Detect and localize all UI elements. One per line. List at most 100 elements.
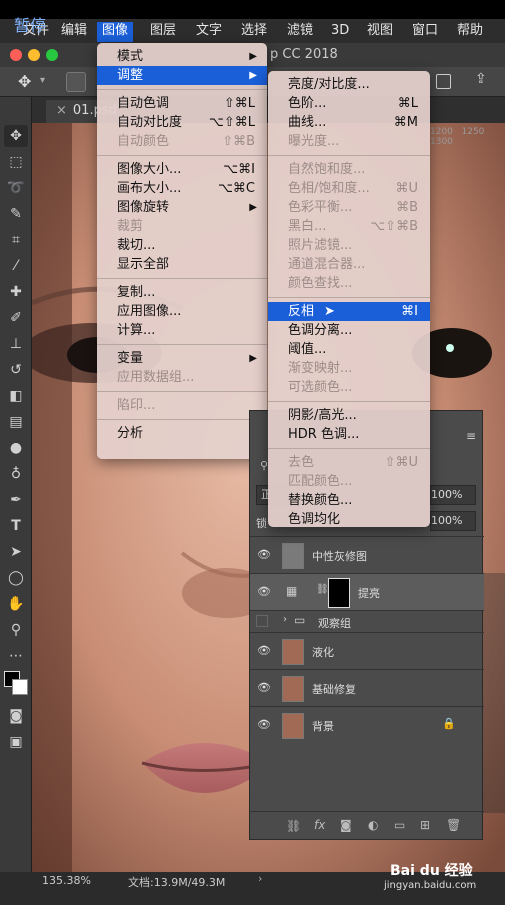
menu-help[interactable]: 帮助 bbox=[452, 22, 488, 42]
menu-item-auto-tone[interactable]: 自动色调 ⇧⌘L bbox=[97, 94, 267, 113]
menu-view[interactable]: 视图 bbox=[362, 22, 398, 42]
menu-item-mode[interactable]: 模式 ▶ bbox=[97, 47, 267, 66]
gradient-tool-icon[interactable]: ▤ bbox=[4, 411, 28, 433]
eraser-tool-icon[interactable]: ◧ bbox=[4, 385, 28, 407]
layer-row[interactable]: 👁 中性灰修图 bbox=[250, 536, 484, 573]
menu-item-auto-contrast[interactable]: 自动对比度 ⌥⇧⌘L bbox=[97, 113, 267, 132]
close-window-button[interactable] bbox=[10, 49, 22, 61]
dodge-tool-icon[interactable]: ♁ bbox=[4, 463, 28, 485]
crop-tool-icon[interactable]: ⌗ bbox=[4, 229, 28, 251]
chevron-down-icon[interactable]: ▾ bbox=[40, 75, 45, 86]
adjustment-layer-icon[interactable]: ◐ bbox=[368, 818, 378, 832]
chevron-right-icon[interactable]: › bbox=[258, 872, 262, 885]
menu-window[interactable]: 窗口 bbox=[407, 22, 443, 42]
hand-tool-icon[interactable]: ✋ bbox=[4, 593, 28, 615]
layer-row[interactable]: 👁 液化 bbox=[250, 632, 484, 669]
layer-group-row[interactable]: › ▭ 观察组 bbox=[250, 610, 484, 632]
new-layer-icon[interactable]: ⊞ bbox=[420, 818, 430, 832]
menu-item-label: 替换颜色... bbox=[288, 493, 353, 508]
zoom-tool-icon[interactable]: ⚲ bbox=[4, 619, 28, 641]
visibility-toggle-empty[interactable] bbox=[256, 615, 268, 627]
more-tools-icon[interactable]: ⋯ bbox=[4, 645, 28, 667]
menu-item-trim[interactable]: 裁切... bbox=[97, 236, 267, 255]
add-mask-icon[interactable]: ◙ bbox=[340, 818, 352, 832]
menu-item-equalize[interactable]: 色调均化 bbox=[268, 510, 430, 529]
move-tool-icon[interactable]: ✥ bbox=[4, 125, 28, 147]
menu-item-reveal-all[interactable]: 显示全部 bbox=[97, 255, 267, 274]
move-tool-icon[interactable]: ✥ bbox=[18, 72, 31, 91]
menu-item-posterize[interactable]: 色调分离... bbox=[268, 321, 430, 340]
layer-mask-thumbnail[interactable] bbox=[328, 578, 350, 608]
menu-item-levels[interactable]: 色阶... ⌘L bbox=[268, 94, 430, 113]
auto-select-icon[interactable] bbox=[66, 72, 86, 92]
visibility-eye-icon[interactable]: 👁 bbox=[257, 585, 271, 599]
menu-item-analysis[interactable]: 分析▶ bbox=[97, 424, 267, 443]
chevron-right-icon[interactable]: › bbox=[283, 614, 287, 625]
layer-row[interactable]: 👁 背景 🔒 bbox=[250, 706, 484, 743]
healing-brush-tool-icon[interactable]: ✚ bbox=[4, 281, 28, 303]
search-icon[interactable]: ⚲ bbox=[260, 459, 268, 472]
blur-tool-icon[interactable]: ● bbox=[4, 437, 28, 459]
link-layers-icon[interactable]: ⛓ bbox=[286, 819, 301, 833]
zoom-level[interactable]: 135.38% bbox=[42, 874, 91, 887]
minimize-window-button[interactable] bbox=[28, 49, 40, 61]
menu-item-image-size[interactable]: 图像大小... ⌥⌘I bbox=[97, 160, 267, 179]
menu-item-curves[interactable]: 曲线... ⌘M bbox=[268, 113, 430, 132]
path-select-tool-icon[interactable]: ➤ bbox=[4, 541, 28, 563]
link-icon[interactable]: ⛓ bbox=[316, 584, 329, 595]
document-size: 文档:13.9M/49.3M bbox=[128, 876, 226, 889]
pause-label[interactable]: 暂停 bbox=[14, 12, 46, 36]
new-group-icon[interactable]: ▭ bbox=[394, 818, 405, 832]
menu-image[interactable]: 图像 bbox=[97, 22, 134, 42]
layer-name: 液化 bbox=[312, 646, 334, 659]
fx-icon[interactable]: fx bbox=[314, 818, 325, 832]
quick-mask-icon[interactable]: ◙ bbox=[4, 705, 28, 727]
menu-item-brightness-contrast[interactable]: 亮度/对比度... bbox=[268, 75, 430, 94]
pen-tool-icon[interactable]: ✒ bbox=[4, 489, 28, 511]
marquee-tool-icon[interactable]: ⬚ bbox=[4, 151, 28, 173]
ellipse-tool-icon[interactable]: ◯ bbox=[4, 567, 28, 589]
menu-item-adjustments[interactable]: 调整 ▶ bbox=[97, 66, 267, 85]
menu-item-label: 应用图像... bbox=[117, 304, 182, 319]
opacity-field[interactable]: 100% bbox=[430, 485, 476, 505]
menu-item-variables[interactable]: 变量 ▶ bbox=[97, 349, 267, 368]
close-icon[interactable]: × bbox=[56, 103, 67, 118]
layer-row-selected[interactable]: 👁 ▦ ⛓ 提亮 bbox=[250, 573, 484, 610]
menu-item-invert[interactable]: 反相 ➤ ⌘I bbox=[268, 302, 430, 321]
clone-stamp-tool-icon[interactable]: ⊥ bbox=[4, 333, 28, 355]
lasso-tool-icon[interactable]: ➰ bbox=[4, 177, 28, 199]
menu-item-image-rotation[interactable]: 图像旋转 ▶ bbox=[97, 198, 267, 217]
menu-item-replace-color[interactable]: 替换颜色... bbox=[268, 491, 430, 510]
layer-row[interactable]: 👁 基础修复 bbox=[250, 669, 484, 706]
eyedropper-tool-icon[interactable]: ⁄ bbox=[4, 255, 28, 277]
menu-3d[interactable]: 3D bbox=[326, 22, 354, 42]
panel-toggle-icon[interactable] bbox=[436, 74, 451, 89]
screen-mode-icon[interactable]: ▣ bbox=[4, 731, 28, 753]
menu-item-threshold[interactable]: 阈值... bbox=[268, 340, 430, 359]
visibility-eye-icon[interactable]: 👁 bbox=[257, 718, 271, 732]
visibility-eye-icon[interactable]: 👁 bbox=[257, 644, 271, 658]
panel-menu-icon[interactable]: ≡ bbox=[466, 429, 476, 443]
menu-type[interactable]: 文字 bbox=[191, 22, 227, 42]
quick-select-tool-icon[interactable]: ✎ bbox=[4, 203, 28, 225]
menu-item-apply-image[interactable]: 应用图像... bbox=[97, 302, 267, 321]
menu-layer[interactable]: 图层 bbox=[145, 22, 181, 42]
menu-select[interactable]: 选择 bbox=[236, 22, 272, 42]
brush-tool-icon[interactable]: ✐ bbox=[4, 307, 28, 329]
fill-field[interactable]: 100% bbox=[430, 511, 476, 531]
menu-item-shadows-highlights[interactable]: 阴影/高光... bbox=[268, 406, 430, 425]
menu-item-duplicate[interactable]: 复制... bbox=[97, 283, 267, 302]
menu-item-hdr-toning[interactable]: HDR 色调... bbox=[268, 425, 430, 444]
visibility-eye-icon[interactable]: 👁 bbox=[257, 681, 271, 695]
visibility-eye-icon[interactable]: 👁 bbox=[257, 548, 271, 562]
background-color-swatch[interactable] bbox=[12, 679, 28, 695]
type-tool-icon[interactable]: T bbox=[4, 515, 28, 537]
menu-item-calculations[interactable]: 计算... bbox=[97, 321, 267, 340]
menu-edit[interactable]: 编辑 bbox=[56, 22, 92, 42]
menu-item-canvas-size[interactable]: 画布大小... ⌥⌘C bbox=[97, 179, 267, 198]
menu-filter[interactable]: 滤镜 bbox=[282, 22, 318, 42]
trash-icon[interactable]: 🗑 bbox=[446, 818, 461, 832]
zoom-window-button[interactable] bbox=[46, 49, 58, 61]
history-brush-tool-icon[interactable]: ↺ bbox=[4, 359, 28, 381]
share-icon[interactable]: ⇪ bbox=[475, 71, 487, 87]
